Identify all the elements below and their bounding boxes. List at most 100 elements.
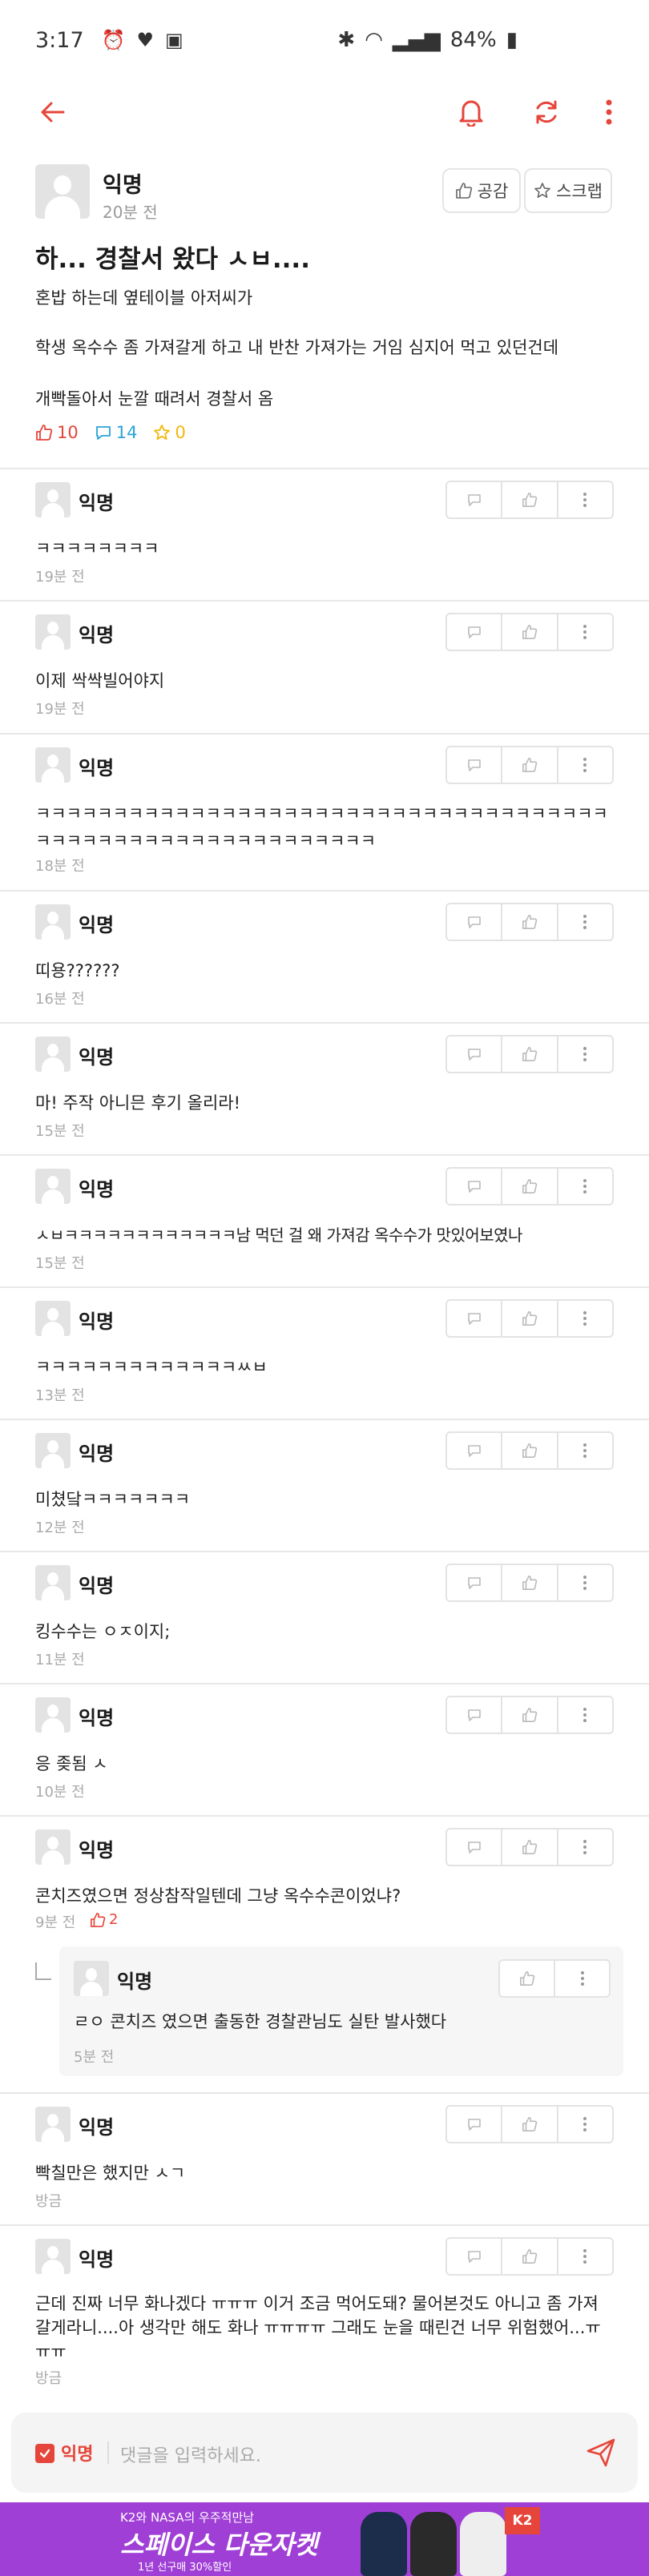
comment-input[interactable]: 댓글을 입력하세요. bbox=[120, 2441, 261, 2467]
comment-actions bbox=[445, 2237, 614, 2276]
reply-button[interactable] bbox=[447, 614, 503, 650]
like-button[interactable] bbox=[500, 1961, 555, 1996]
like-button[interactable] bbox=[502, 1036, 558, 1072]
wifi-icon: ◠ bbox=[365, 28, 383, 52]
reply-button[interactable] bbox=[447, 2107, 503, 2142]
comment-time: 9분 전 bbox=[35, 1914, 76, 1931]
anonymous-checkbox[interactable] bbox=[35, 2444, 54, 2463]
ad-banner[interactable]: K2와 NASA의 우주적만남 스페이스 다운자켓 1년 선구매 30%할인 K… bbox=[0, 2502, 649, 2576]
comment-more-button[interactable] bbox=[558, 614, 612, 650]
notification-button[interactable] bbox=[453, 95, 489, 130]
reply-button[interactable] bbox=[447, 1036, 503, 1072]
empathy-button[interactable]: 공감 bbox=[442, 168, 521, 213]
like-button[interactable] bbox=[502, 614, 558, 650]
back-button[interactable] bbox=[35, 95, 71, 130]
thumbs-up-icon bbox=[522, 625, 538, 639]
comment-text: 띠용?????? bbox=[35, 961, 120, 980]
comment-time: 15분 전 bbox=[35, 1123, 85, 1140]
comment-icon bbox=[467, 1445, 481, 1457]
reply-button[interactable] bbox=[447, 1829, 503, 1865]
anonymous-label[interactable]: 익명 bbox=[61, 2440, 93, 2465]
battery-icon: ▮ bbox=[506, 28, 518, 52]
star-icon bbox=[154, 425, 171, 441]
thumbs-up-icon bbox=[522, 1047, 538, 1061]
comment-more-button[interactable] bbox=[558, 1565, 612, 1600]
comment-actions bbox=[445, 1696, 614, 1734]
comment-more-button[interactable] bbox=[558, 904, 612, 940]
like-button[interactable] bbox=[502, 1829, 558, 1865]
comment-item: 익명 마! 주작 아니믄 후기 올리라! 15분 전 bbox=[0, 1024, 649, 1154]
more-vertical-icon bbox=[583, 625, 587, 639]
like-button[interactable] bbox=[502, 1433, 558, 1468]
comment-text: 미쳤닼ㅋㅋㅋㅋㅋㅋㅋ bbox=[35, 1490, 191, 1509]
reply-button[interactable] bbox=[447, 1565, 503, 1600]
reply-button[interactable] bbox=[447, 2239, 503, 2274]
like-button[interactable] bbox=[502, 2107, 558, 2142]
like-button[interactable] bbox=[502, 904, 558, 940]
like-button[interactable] bbox=[502, 2239, 558, 2274]
reply-button[interactable] bbox=[447, 1169, 503, 1204]
comment-more-button[interactable] bbox=[558, 1036, 612, 1072]
like-button[interactable] bbox=[502, 1565, 558, 1600]
comment-more-button[interactable] bbox=[558, 1433, 612, 1468]
star-icon bbox=[534, 183, 550, 198]
refresh-button[interactable] bbox=[529, 95, 564, 130]
notification-icons: ⏰ ♥ ▣ bbox=[102, 29, 183, 51]
scrap-button[interactable]: 스크랩 bbox=[524, 168, 612, 213]
post-body-line: 학생 옥수수 좀 가져갈게 하고 내 반찬 가져가는 거임 심지어 먹고 있던건… bbox=[35, 338, 559, 357]
signal-icon: ▂▄▆ bbox=[392, 28, 441, 52]
more-vertical-icon bbox=[583, 2117, 587, 2131]
like-button[interactable] bbox=[502, 482, 558, 517]
reply-button[interactable] bbox=[447, 1697, 503, 1733]
comment-time: 10분 전 bbox=[35, 1784, 85, 1801]
comment-time: 18분 전 bbox=[35, 858, 85, 875]
avatar bbox=[35, 1301, 71, 1336]
reply-button[interactable] bbox=[447, 1301, 503, 1336]
comment-more-button[interactable] bbox=[558, 482, 612, 517]
like-button[interactable] bbox=[502, 1697, 558, 1733]
jacket-image bbox=[361, 2512, 407, 2576]
reply-button[interactable] bbox=[447, 904, 503, 940]
thumbs-up-icon bbox=[36, 425, 53, 441]
comment-actions bbox=[445, 1035, 614, 1073]
comment-like-count: 2 bbox=[90, 1911, 118, 1928]
post-like-count: 10 bbox=[35, 423, 79, 442]
reply-button[interactable] bbox=[447, 1433, 503, 1468]
send-icon bbox=[587, 2438, 615, 2467]
comment-more-button[interactable] bbox=[558, 2239, 612, 2274]
like-button[interactable] bbox=[502, 1301, 558, 1336]
comment-actions bbox=[445, 903, 614, 941]
comment-author: 익명 bbox=[79, 757, 115, 779]
like-button[interactable] bbox=[502, 747, 558, 783]
more-vertical-icon bbox=[583, 2249, 587, 2264]
comment-more-button[interactable] bbox=[558, 1301, 612, 1336]
reply-more-button[interactable] bbox=[555, 1961, 609, 1996]
comment-icon bbox=[467, 1577, 481, 1589]
like-button[interactable] bbox=[502, 1169, 558, 1204]
bluetooth-icon: ✱ bbox=[337, 28, 356, 52]
alarm-icon: ⏰ bbox=[101, 29, 126, 51]
send-button[interactable] bbox=[585, 2437, 617, 2472]
comment-text: 이제 싹싹빌어야지 bbox=[35, 671, 165, 690]
comment-icon bbox=[467, 1313, 481, 1325]
reply-button[interactable] bbox=[447, 482, 503, 517]
comment-text: 빡칠만은 했지만 ㅅㄱ bbox=[35, 2163, 186, 2183]
status-time: 3:17 bbox=[35, 27, 84, 53]
comment-icon bbox=[467, 759, 481, 771]
comment-more-button[interactable] bbox=[558, 1829, 612, 1865]
comment-item: 익명 ㅅㅂㅋㅋㅋㅋㅋㅋㅋㅋㅋㅋㅋㅋ남 먹던 걸 왜 가져감 옥수수가 맛있어보였… bbox=[0, 1156, 649, 1286]
post-comment-count: 14 bbox=[95, 423, 137, 442]
reply-time: 5분 전 bbox=[74, 2049, 115, 2066]
comment-more-button[interactable] bbox=[558, 1169, 612, 1204]
thumbs-up-icon bbox=[522, 1179, 538, 1193]
reply-actions bbox=[498, 1959, 611, 1998]
comment-more-button[interactable] bbox=[558, 2107, 612, 2142]
comment-more-button[interactable] bbox=[558, 1697, 612, 1733]
more-menu-button[interactable] bbox=[591, 95, 627, 130]
reply-button[interactable] bbox=[447, 747, 503, 783]
avatar bbox=[35, 2107, 71, 2142]
avatar bbox=[35, 482, 71, 517]
thumbs-up-icon bbox=[522, 1708, 538, 1722]
comment-text: 마! 주작 아니믄 후기 올리라! bbox=[35, 1093, 241, 1113]
comment-more-button[interactable] bbox=[558, 747, 612, 783]
